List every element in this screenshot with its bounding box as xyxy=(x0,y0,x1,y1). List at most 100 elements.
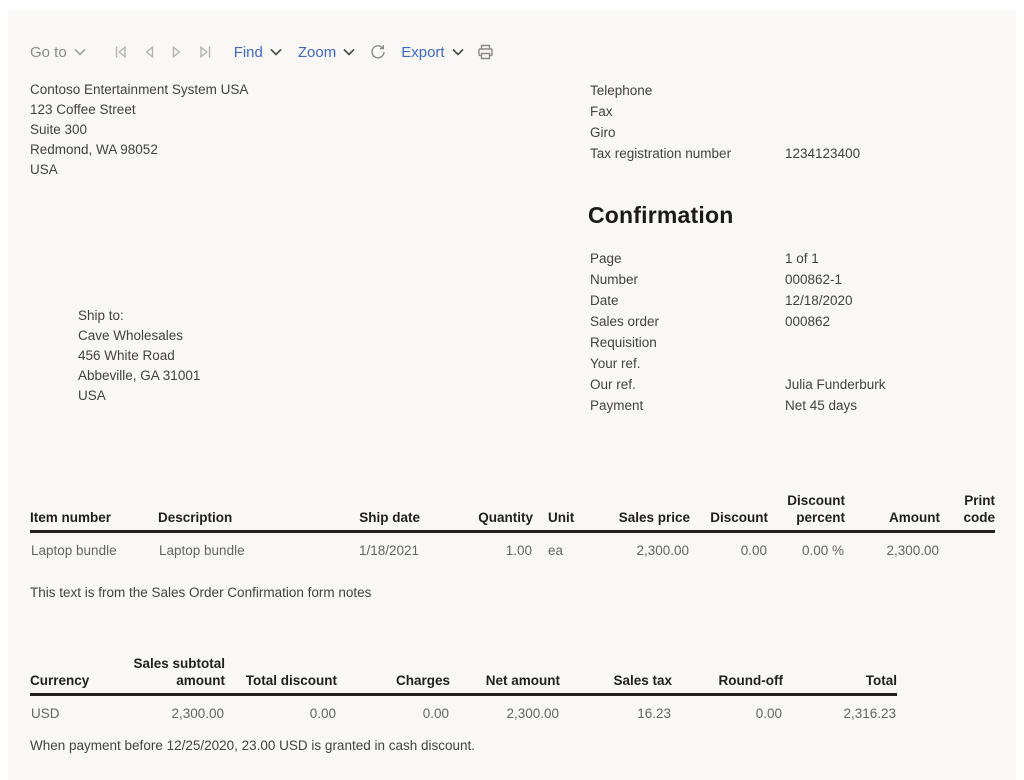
col-sales-tax: Sales tax xyxy=(560,655,672,695)
company-country: USA xyxy=(30,160,248,180)
company-city: Redmond, WA 98052 xyxy=(30,140,248,160)
cell-charges: 0.00 xyxy=(337,695,450,723)
contact-row: Giro xyxy=(590,122,860,143)
cell-discount-percent: 0.00 % xyxy=(768,532,845,560)
next-page-icon[interactable] xyxy=(163,44,191,60)
col-net-amount: Net amount xyxy=(450,655,560,695)
cell-ship-date: 1/18/2021 xyxy=(333,532,420,560)
contact-row: Telephone xyxy=(590,80,860,101)
detail-label: Payment xyxy=(590,395,785,416)
chevron-down-icon xyxy=(452,48,464,56)
viewer-toolbar: Go to Find Zoom xyxy=(30,38,495,66)
cell-net-amount: 2,300.00 xyxy=(450,695,560,723)
cell-print-code xyxy=(940,532,995,560)
table-row: USD 2,300.00 0.00 0.00 2,300.00 16.23 0.… xyxy=(30,695,897,723)
contact-label: Telephone xyxy=(590,80,785,101)
detail-row: Page 1 of 1 xyxy=(590,248,886,269)
detail-row: Number 000862-1 xyxy=(590,269,886,290)
cell-discount: 0.00 xyxy=(690,532,768,560)
detail-label: Sales order xyxy=(590,311,785,332)
detail-label: Number xyxy=(590,269,785,290)
cell-total-discount: 0.00 xyxy=(225,695,337,723)
refresh-icon[interactable] xyxy=(369,43,387,61)
detail-row: Requisition xyxy=(590,332,886,353)
cell-quantity: 1.00 xyxy=(420,532,533,560)
detail-value: Net 45 days xyxy=(785,395,857,416)
detail-label: Date xyxy=(590,290,785,311)
col-discount-percent: Discount percent xyxy=(768,492,845,532)
ship-to-name: Cave Wholesales xyxy=(78,326,200,346)
detail-row: Your ref. xyxy=(590,353,886,374)
col-currency: Currency xyxy=(30,655,113,695)
previous-page-icon[interactable] xyxy=(135,44,163,60)
contact-label: Fax xyxy=(590,101,785,122)
company-street: 123 Coffee Street xyxy=(30,100,248,120)
detail-row: Our ref. Julia Funderburk xyxy=(590,374,886,395)
item-lines-table: Item number Description Ship date Quanti… xyxy=(30,492,995,559)
detail-row: Payment Net 45 days xyxy=(590,395,886,416)
detail-label: Page xyxy=(590,248,785,269)
chevron-down-icon xyxy=(74,48,86,56)
ship-to-country: USA xyxy=(78,386,200,406)
detail-value: 12/18/2020 xyxy=(785,290,853,311)
detail-row: Sales order 000862 xyxy=(590,311,886,332)
document-details: Page 1 of 1 Number 000862-1 Date 12/18/2… xyxy=(590,248,886,416)
company-name: Contoso Entertainment System USA xyxy=(30,80,248,100)
totals-table: Currency Sales subtotal amount Total dis… xyxy=(30,655,897,722)
contact-row: Tax registration number 1234123400 xyxy=(590,143,860,164)
find-menu-button[interactable]: Find xyxy=(234,44,282,61)
cell-total: 2,316.23 xyxy=(783,695,897,723)
ship-to-city: Abbeville, GA 31001 xyxy=(78,366,200,386)
col-unit: Unit xyxy=(533,492,585,532)
report-viewer: Go to Find Zoom xyxy=(0,0,1024,780)
col-total: Total xyxy=(783,655,897,695)
goto-label: Go to xyxy=(30,44,67,61)
col-round-off: Round-off xyxy=(672,655,783,695)
table-row: Laptop bundle Laptop bundle 1/18/2021 1.… xyxy=(30,532,995,560)
col-item-number: Item number xyxy=(30,492,158,532)
col-ship-date: Ship date xyxy=(333,492,420,532)
export-label: Export xyxy=(401,44,444,61)
item-table-header-row: Item number Description Ship date Quanti… xyxy=(30,492,995,532)
detail-value: 000862-1 xyxy=(785,269,842,290)
company-address: Contoso Entertainment System USA 123 Cof… xyxy=(30,80,248,180)
cell-unit: ea xyxy=(533,532,585,560)
detail-label: Requisition xyxy=(590,332,785,353)
col-sales-subtotal-amount: Sales subtotal amount xyxy=(113,655,225,695)
cell-sales-tax: 16.23 xyxy=(560,695,672,723)
cell-sales-price: 2,300.00 xyxy=(585,532,690,560)
cell-round-off: 0.00 xyxy=(672,695,783,723)
ship-to-caption: Ship to: xyxy=(78,306,200,326)
last-page-icon[interactable] xyxy=(191,44,220,60)
col-description: Description xyxy=(158,492,333,532)
cell-amount: 2,300.00 xyxy=(845,532,940,560)
col-total-discount: Total discount xyxy=(225,655,337,695)
ship-to-street: 456 White Road xyxy=(78,346,200,366)
export-menu-button[interactable]: Export xyxy=(401,44,463,61)
cash-discount-note: When payment before 12/25/2020, 23.00 US… xyxy=(30,738,475,753)
page-title: Confirmation xyxy=(588,202,734,229)
detail-value: 1 of 1 xyxy=(785,248,819,269)
col-sales-price: Sales price xyxy=(585,492,690,532)
first-page-icon[interactable] xyxy=(106,44,135,60)
contact-row: Fax xyxy=(590,101,860,122)
col-quantity: Quantity xyxy=(420,492,533,532)
cell-sales-subtotal-amount: 2,300.00 xyxy=(113,695,225,723)
contact-label: Tax registration number xyxy=(590,143,785,164)
cell-description: Laptop bundle xyxy=(158,532,333,560)
print-icon[interactable] xyxy=(476,43,495,61)
form-notes-text: This text is from the Sales Order Confir… xyxy=(30,585,371,600)
detail-value: 000862 xyxy=(785,311,830,332)
contact-value: 1234123400 xyxy=(785,143,860,164)
zoom-menu-button[interactable]: Zoom xyxy=(298,44,355,61)
cell-currency: USD xyxy=(30,695,113,723)
cell-item-number: Laptop bundle xyxy=(30,532,158,560)
chevron-down-icon xyxy=(343,48,355,56)
company-suite: Suite 300 xyxy=(30,120,248,140)
totals-header-row: Currency Sales subtotal amount Total dis… xyxy=(30,655,897,695)
col-print-code: Print code xyxy=(940,492,995,532)
contact-info: Telephone Fax Giro Tax registration numb… xyxy=(590,80,860,164)
detail-label: Your ref. xyxy=(590,353,785,374)
find-label: Find xyxy=(234,44,263,61)
goto-menu-button[interactable]: Go to xyxy=(30,44,86,61)
